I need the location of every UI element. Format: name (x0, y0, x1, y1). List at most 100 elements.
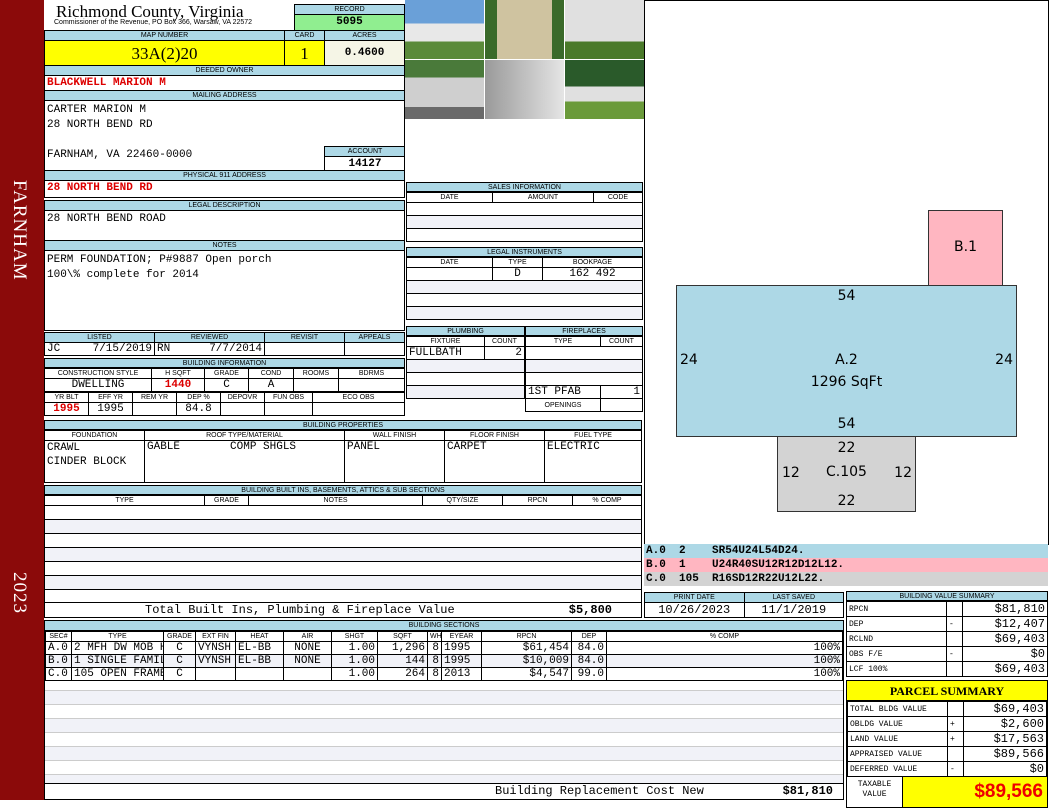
cond-value: A (248, 378, 294, 392)
section-cell: B.0 (45, 654, 72, 668)
print-date-label: PRINT DATE (644, 592, 745, 603)
sketch-section-a[interactable]: 54 54 24 24 A.2 1296 SqFt (676, 285, 1017, 437)
parcel-row: LAND VALUE + $17,563 (847, 731, 1047, 747)
parcel-cell: $89,566 (963, 746, 1047, 762)
section-cell: 1.00 (331, 654, 378, 668)
section-header: RPCN (481, 631, 572, 642)
listed-date: 7/15/2019 (92, 343, 152, 355)
fixture-count: 2 (484, 346, 525, 360)
bi-comp-header: % COMP (572, 495, 642, 506)
a-bottom-dim: 54 (837, 416, 856, 432)
value-summary-cell: - (946, 616, 963, 632)
section-cell (283, 667, 332, 681)
inst-type: D (492, 267, 543, 281)
section-cell: C (163, 667, 196, 681)
fireplaces-box: FIREPLACES TYPE COUNT 1ST PFAB 1 OPENINGS (525, 326, 643, 412)
a-top-dim: 54 (837, 288, 856, 304)
mailing-label: MAILING ADDRESS (45, 91, 404, 101)
section-row[interactable]: C.0105 OPEN FRAME PCHC 1.0026482013$4,547… (45, 667, 843, 681)
notes-line2: 100\% complete for 2014 (47, 269, 199, 281)
builtins-box: BUILDING BUILT INS, BASEMENTS, ATTICS & … (44, 485, 642, 618)
section-header: WHGT (427, 631, 442, 642)
sketch-section-c[interactable]: 22 22 12 12 C.105 (777, 436, 916, 512)
parcel-summary-box: PARCEL SUMMARY TOTAL BLDG VALUE $69,403 OB… (846, 680, 1048, 808)
parcel-cell: + (947, 716, 964, 732)
building-info-box: BUILDING INFORMATION CONSTRUCTION STYLE H… (44, 358, 405, 416)
value-summary-cell: $12,407 (962, 616, 1048, 632)
tax-year: 2023 (9, 572, 30, 614)
builtins-total-row: Total Built Ins, Plumbing & Fireplace Va… (44, 602, 642, 618)
property-photo-6[interactable] (565, 60, 644, 119)
section-cell: VYNSH (195, 641, 236, 655)
property-photo-2[interactable] (485, 0, 564, 59)
rooms-header: ROOMS (293, 368, 339, 379)
foundation-1: CRAWL (47, 442, 81, 454)
section-cell: 84.0 (571, 641, 607, 655)
value-summary-cell: $69,403 (962, 661, 1048, 677)
section-header: GRADE (163, 631, 196, 642)
sales-date-header: DATE (406, 192, 493, 203)
instruments-label: LEGAL INSTRUMENTS (406, 247, 643, 257)
ecoobs-header: ECO OBS (312, 392, 405, 403)
sales-code-header: CODE (593, 192, 643, 203)
value-summary-cell (946, 601, 963, 617)
builtins-total-label: Total Built Ins, Plumbing & Fireplace Va… (145, 603, 455, 617)
fp-count: 1 (600, 385, 643, 399)
fp-type: 1ST PFAB (525, 385, 601, 399)
section-cell: EL-BB (235, 654, 284, 668)
section-header: AIR (283, 631, 332, 642)
property-photo-1[interactable] (405, 0, 484, 59)
section-header: SHGT (331, 631, 378, 642)
section-header: SEC# (45, 631, 72, 642)
inst-bookpage: 162 492 (542, 267, 643, 281)
section-row[interactable]: A.02 MFH DW MOB HOMECVYNSHEL-BBNONE1.001… (45, 641, 843, 655)
mailing-line1: CARTER MARION M (47, 104, 147, 116)
property-photo-3[interactable] (565, 0, 644, 59)
builtins-rows (44, 506, 642, 602)
property-photo-4[interactable] (405, 60, 484, 119)
notes-box: NOTES PERM FOUNDATION; P#9887 Open porch… (44, 240, 405, 331)
building-properties-box: BUILDING PROPERTIES FOUNDATION ROOF TYPE/… (44, 420, 642, 483)
taxable-label: TAXABLE VALUE (847, 777, 903, 807)
map-box: MAP NUMBER CARD ACRES 33A(2)20 1 0.4600 (44, 30, 405, 66)
section-header: EYEAR (441, 631, 482, 642)
parcel-summary-title: PARCEL SUMMARY (847, 681, 1047, 701)
bi-grade-header: GRADE (204, 495, 249, 506)
wall-finish: PANEL (344, 440, 445, 483)
section-cell: NONE (283, 654, 332, 668)
fixture-header: FIXTURE (406, 336, 485, 347)
effyr-header: EFF YR (88, 392, 133, 403)
sections-total: $81,810 (782, 784, 833, 798)
sketch-section-b[interactable]: B.1 (928, 210, 1003, 286)
yr-blt: 1995 (44, 402, 89, 416)
bi-rpcn-header: RPCN (502, 495, 573, 506)
last-saved: 11/1/2019 (743, 602, 844, 618)
record-box: RECORD 5095 (294, 4, 405, 31)
parcel-cell: $17,563 (963, 731, 1047, 747)
section-cell (195, 667, 236, 681)
parcel-cell: $2,600 (963, 716, 1047, 732)
section-cell (235, 667, 284, 681)
dates-box: PRINT DATE LAST SAVED 10/26/2023 11/1/2019 (644, 592, 844, 618)
parcel-cell (947, 701, 964, 717)
value-summary-row: OBS F/E - $0 (846, 646, 1048, 662)
revisit-header: REVISIT (264, 332, 345, 343)
parcel-row: DEFERRED VALUE - $0 (847, 761, 1047, 777)
value-summary-box: BUILDING VALUE SUMMARY RPCN $81,810 DEP - $1… (846, 591, 1048, 677)
side-banner: FARNHAM 2023 (0, 0, 44, 800)
section-cell: C (163, 654, 196, 668)
sketch-legend-a: A.0 2 SR54U24L54D24. (644, 544, 1048, 558)
section-row[interactable]: B.0 1 SINGLE FAMILY C VYNSH EL-BB NONE 1.00 144… (45, 654, 843, 668)
taxable-value: $89,566 (903, 777, 1047, 807)
value-summary-label: BUILDING VALUE SUMMARY (846, 591, 1048, 601)
acres-label: ACRES (325, 31, 404, 41)
appeals-header: APPEALS (344, 332, 405, 343)
legal-box: LEGAL DESCRIPTION 28 NORTH BEND ROAD (44, 200, 405, 241)
section-cell: 100% (606, 667, 843, 681)
sections-box: BUILDING SECTIONS SEC# TYPE GRADE EXT FIN HE… (44, 620, 844, 800)
property-photo-5[interactable] (485, 60, 564, 119)
map-label: MAP NUMBER (45, 31, 285, 41)
notes-line1: PERM FOUNDATION; P#9887 Open porch (47, 254, 272, 266)
record-label: RECORD (295, 5, 404, 15)
parcel-row: APPRAISED VALUE $89,566 (847, 746, 1047, 762)
